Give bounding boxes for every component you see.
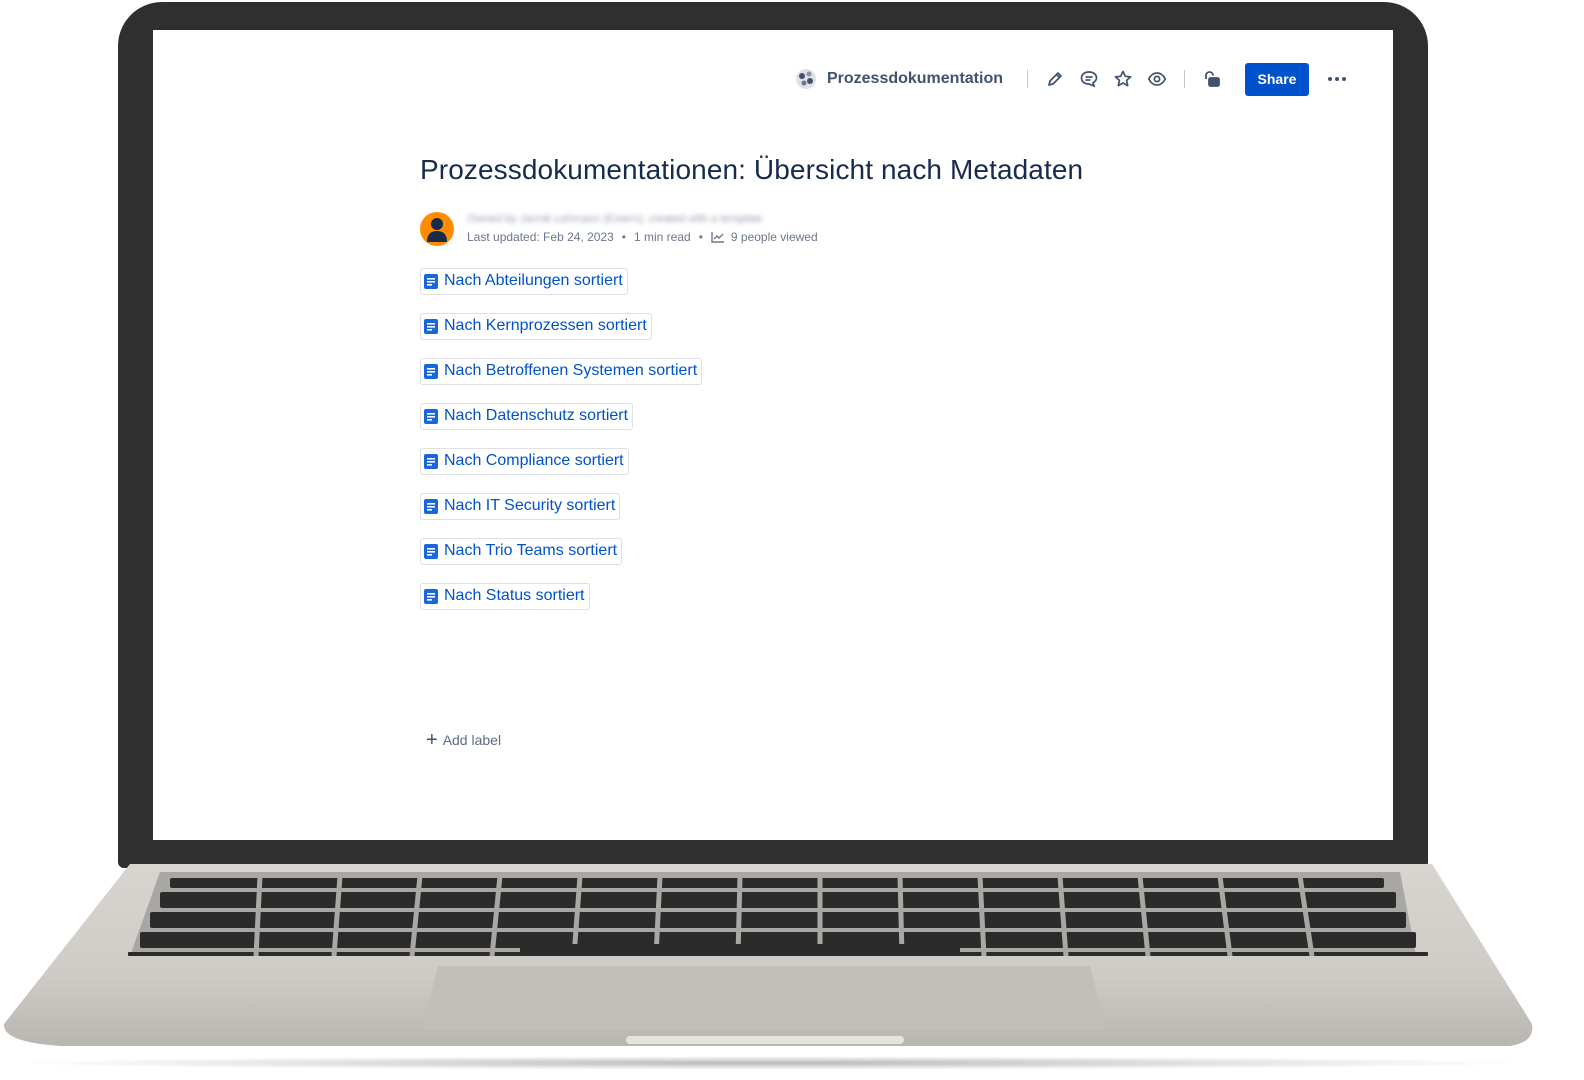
page-icon bbox=[424, 588, 438, 604]
page-link-systeme[interactable]: Nach Betroffenen Systemen sortiert bbox=[420, 358, 703, 385]
page-link-label: Nach Status sortiert bbox=[444, 587, 585, 604]
more-actions-button[interactable] bbox=[1325, 67, 1349, 91]
user-icon bbox=[427, 218, 447, 242]
page-icon bbox=[424, 363, 438, 379]
page-link-status[interactable]: Nach Status sortiert bbox=[420, 583, 590, 610]
edit-icon bbox=[1048, 72, 1062, 86]
page-link-label: Nach Betroffenen Systemen sortiert bbox=[444, 362, 698, 379]
separator-dot: • bbox=[698, 230, 703, 244]
plus-icon: + bbox=[426, 729, 438, 751]
restrictions-icon bbox=[1205, 71, 1220, 87]
page-toolbar: Prozessdokumentation Share bbox=[795, 62, 1349, 96]
laptop-keyboard-base bbox=[3, 864, 1533, 1046]
page-content: Prozessdokumentationen: Übersicht nach M… bbox=[420, 154, 1320, 628]
watch-button[interactable] bbox=[1145, 67, 1169, 91]
read-time: 1 min read bbox=[634, 230, 691, 244]
star-icon bbox=[1114, 70, 1132, 87]
edit-button[interactable] bbox=[1043, 67, 1067, 91]
space-name[interactable]: Prozessdokumentation bbox=[827, 70, 1003, 88]
avatar[interactable] bbox=[420, 212, 454, 246]
laptop-screen: Prozessdokumentation Share Prozessdokume… bbox=[153, 30, 1393, 840]
page-link-label: Nach Trio Teams sortiert bbox=[444, 542, 618, 559]
page-link-it-security[interactable]: Nach IT Security sortiert bbox=[420, 493, 621, 520]
page-link-abteilungen[interactable]: Nach Abteilungen sortiert bbox=[420, 268, 628, 295]
owner-line: Owned by Jannik Lehmann (Extern), create… bbox=[467, 213, 763, 225]
space-logo-icon[interactable] bbox=[795, 68, 817, 90]
page-title: Prozessdokumentationen: Übersicht nach M… bbox=[420, 154, 1084, 185]
add-label-text: Add label bbox=[442, 732, 502, 748]
page-link-label: Nach Abteilungen sortiert bbox=[444, 272, 623, 289]
page-link-label: Nach Kernprozessen sortiert bbox=[444, 317, 647, 334]
page-link-label: Nach IT Security sortiert bbox=[444, 497, 616, 514]
page-icon bbox=[424, 318, 438, 334]
views-count[interactable]: 9 people viewed bbox=[731, 230, 818, 244]
share-button[interactable]: Share bbox=[1245, 62, 1309, 96]
laptop-shadow bbox=[4, 1056, 1534, 1070]
byline-text: Owned by Jannik Lehmann (Extern), create… bbox=[467, 213, 818, 245]
page-icon bbox=[424, 543, 438, 559]
page-link-kernprozesse[interactable]: Nach Kernprozessen sortiert bbox=[420, 313, 652, 340]
page-link-compliance[interactable]: Nach Compliance sortiert bbox=[420, 448, 629, 475]
comment-icon bbox=[1080, 71, 1098, 88]
page-link-label: Nach Datenschutz sortiert bbox=[444, 407, 629, 424]
last-updated[interactable]: Last updated: Feb 24, 2023 bbox=[467, 230, 614, 244]
page-icon bbox=[424, 273, 438, 289]
page-links-list: Nach Abteilungen sortiert Nach Kernproze… bbox=[420, 268, 1320, 628]
page-icon bbox=[424, 408, 438, 424]
page-icon bbox=[424, 453, 438, 469]
page-metadata: Last updated: Feb 24, 2023 • 1 min read … bbox=[467, 229, 818, 245]
add-label-button[interactable]: + Add label bbox=[426, 729, 502, 751]
comment-button[interactable] bbox=[1077, 67, 1101, 91]
more-icon bbox=[1328, 77, 1346, 81]
page-byline: Owned by Jannik Lehmann (Extern), create… bbox=[420, 212, 1320, 246]
page-link-trio-teams[interactable]: Nach Trio Teams sortiert bbox=[420, 538, 623, 565]
restrictions-button[interactable] bbox=[1200, 67, 1224, 91]
page-link-label: Nach Compliance sortiert bbox=[444, 452, 624, 469]
page-icon bbox=[424, 498, 438, 514]
page-link-datenschutz[interactable]: Nach Datenschutz sortiert bbox=[420, 403, 634, 430]
toolbar-divider bbox=[1027, 70, 1028, 88]
toolbar-divider bbox=[1184, 70, 1185, 88]
watch-icon bbox=[1147, 72, 1167, 86]
analytics-icon bbox=[711, 232, 724, 243]
star-button[interactable] bbox=[1111, 67, 1135, 91]
separator-dot: • bbox=[621, 230, 626, 244]
